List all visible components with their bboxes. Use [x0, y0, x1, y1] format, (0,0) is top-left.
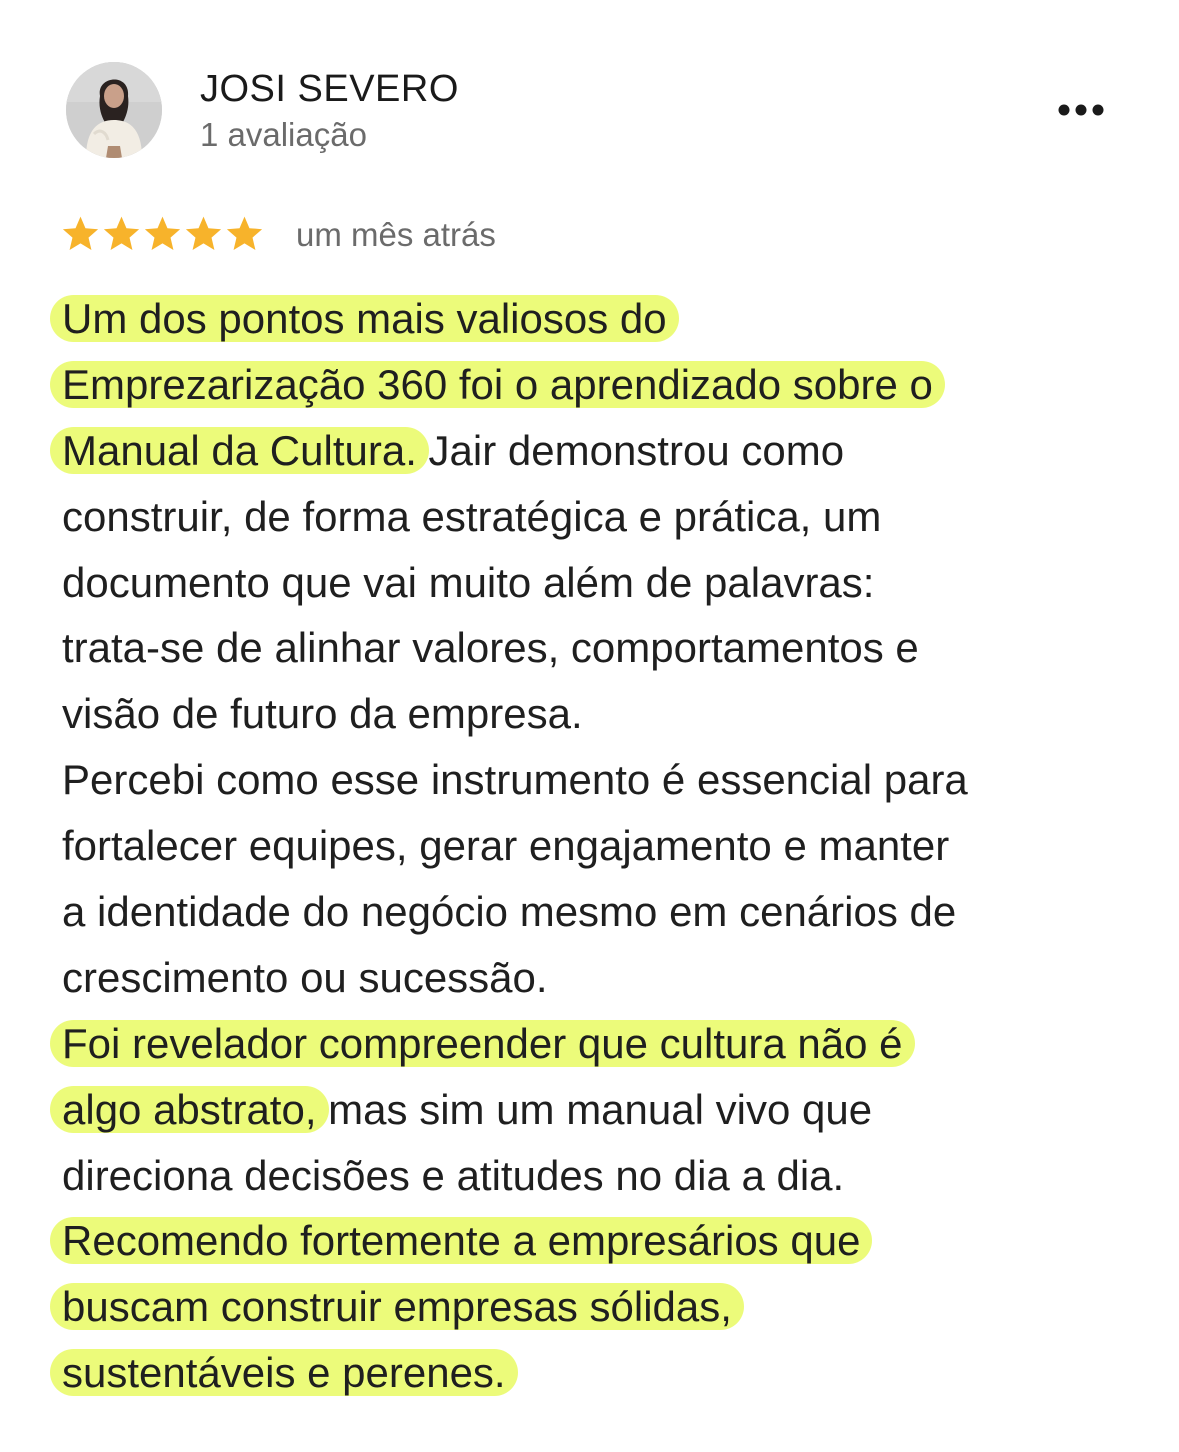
review-line: Percebi como esse instrumento é essencia… — [62, 747, 1162, 813]
highlighted-text: sustentáveis e perenes. — [50, 1349, 518, 1397]
review-text-segment: Percebi como esse instrumento é essencia… — [62, 756, 968, 804]
review-text-segment: mas sim um manual vivo que — [316, 1085, 873, 1133]
star-rating — [60, 212, 265, 256]
review-text-segment: direciona decisões e atitudes no dia a d… — [62, 1151, 845, 1199]
review-line: documento que vai muito além de palavras… — [62, 550, 1162, 616]
avatar[interactable] — [66, 62, 162, 158]
star-icon — [62, 216, 99, 251]
star-icon — [185, 216, 222, 251]
more-options-button[interactable] — [1056, 98, 1106, 122]
review-line: buscam construir empresas sólidas, — [50, 1274, 1162, 1340]
star-icon — [226, 216, 263, 251]
highlighted-text: buscam construir empresas sólidas, — [50, 1283, 744, 1331]
reviewer-name[interactable]: JOSI SEVERO — [200, 66, 459, 112]
review-date: um mês atrás — [296, 216, 496, 253]
review-line: Manual da Cultura. Jair demonstrou como — [50, 418, 1162, 484]
review-text-segment: Jair demonstrou como — [416, 426, 845, 474]
avatar-photo-icon — [66, 62, 162, 158]
star-icon — [103, 216, 140, 251]
review-text-segment: construir, de forma estratégica e prátic… — [62, 492, 882, 540]
highlighted-text: Um dos pontos mais valiosos do — [50, 295, 679, 342]
review-line: Foi revelador compreender que cultura nã… — [50, 1011, 1162, 1077]
review-header: JOSI SEVERO 1 avaliação — [66, 62, 1126, 162]
highlighted-text: Foi revelador compreender que cultura nã… — [50, 1019, 915, 1067]
highlighted-text: Recomendo fortemente a empresários que — [50, 1217, 873, 1265]
review-line: direciona decisões e atitudes no dia a d… — [62, 1143, 1162, 1209]
review-line: a identidade do negócio mesmo em cenário… — [62, 879, 1162, 945]
star-icon — [144, 216, 181, 251]
review-line: algo abstrato, mas sim um manual vivo qu… — [50, 1077, 1162, 1143]
review-line: Um dos pontos mais valiosos do — [50, 286, 1162, 352]
review-text-segment: fortalecer equipes, gerar engajamento e … — [62, 822, 950, 870]
rating-row: um mês atrás — [60, 210, 760, 260]
review-line: Recomendo fortemente a empresários que — [50, 1208, 1162, 1274]
review-text-segment: crescimento ou sucessão. — [62, 953, 548, 1001]
review-line: Emprezarização 360 foi o aprendizado sob… — [50, 352, 1162, 418]
review-line: fortalecer equipes, gerar engajamento e … — [62, 813, 1162, 879]
review-line: crescimento ou sucessão. — [62, 945, 1162, 1011]
review-text-segment: visão de futuro da empresa. — [62, 690, 583, 738]
review-text-segment: a identidade do negócio mesmo em cenário… — [62, 888, 957, 936]
review-line: sustentáveis e perenes. — [50, 1340, 1162, 1406]
review-line: construir, de forma estratégica e prátic… — [62, 484, 1162, 550]
highlighted-text: algo abstrato, — [50, 1085, 329, 1133]
review-line: trata-se de alinhar valores, comportamen… — [62, 615, 1162, 681]
highlighted-text: Emprezarização 360 foi o aprendizado sob… — [50, 360, 945, 408]
review-count: 1 avaliação — [200, 116, 367, 153]
highlighted-text: Manual da Cultura. — [50, 426, 429, 474]
review-text-segment: documento que vai muito além de palavras… — [62, 558, 875, 606]
more-horizontal-icon — [1058, 104, 1104, 116]
review-line: visão de futuro da empresa. — [62, 681, 1162, 747]
review-text-segment: trata-se de alinhar valores, comportamen… — [62, 624, 919, 672]
review-text: Um dos pontos mais valiosos do Emprezariz… — [50, 286, 1162, 1406]
